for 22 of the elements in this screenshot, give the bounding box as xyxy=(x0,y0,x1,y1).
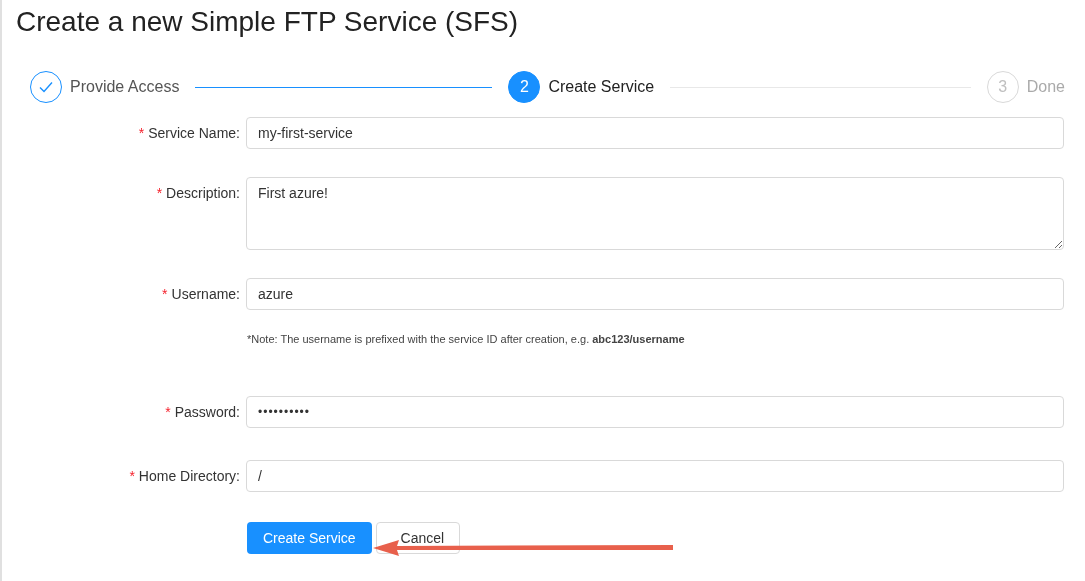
field-label: Username: xyxy=(171,284,240,304)
field-label: Password: xyxy=(174,402,240,422)
step-number: 3 xyxy=(986,71,1019,103)
required-mark: * xyxy=(162,284,168,304)
field-label: Service Name: xyxy=(148,123,240,143)
password-field[interactable]: •••••••••• xyxy=(246,396,1064,428)
required-mark: * xyxy=(156,183,163,203)
step-label: Done xyxy=(1026,77,1065,97)
input-field[interactable]: azure xyxy=(246,278,1064,310)
required-mark: * xyxy=(165,402,171,422)
step-number: 2 xyxy=(508,71,541,103)
input-field[interactable]: my-first-service xyxy=(246,117,1064,149)
note-text: *Note: The username is prefixed with the service ID after creation, e.g. abc123/username xyxy=(247,333,685,345)
required-mark: * xyxy=(138,123,145,143)
field-label: Home Directory: xyxy=(138,466,240,486)
page-title: Create a new Simple FTP Service (SFS) xyxy=(15,5,520,39)
required-mark: * xyxy=(129,466,135,486)
input-field[interactable]: / xyxy=(246,460,1064,492)
step-label: Provide Access xyxy=(70,77,180,97)
description-field[interactable]: First azure! xyxy=(246,177,1064,250)
field-label: Description: xyxy=(166,183,240,203)
step-label: Create Service xyxy=(548,77,655,97)
